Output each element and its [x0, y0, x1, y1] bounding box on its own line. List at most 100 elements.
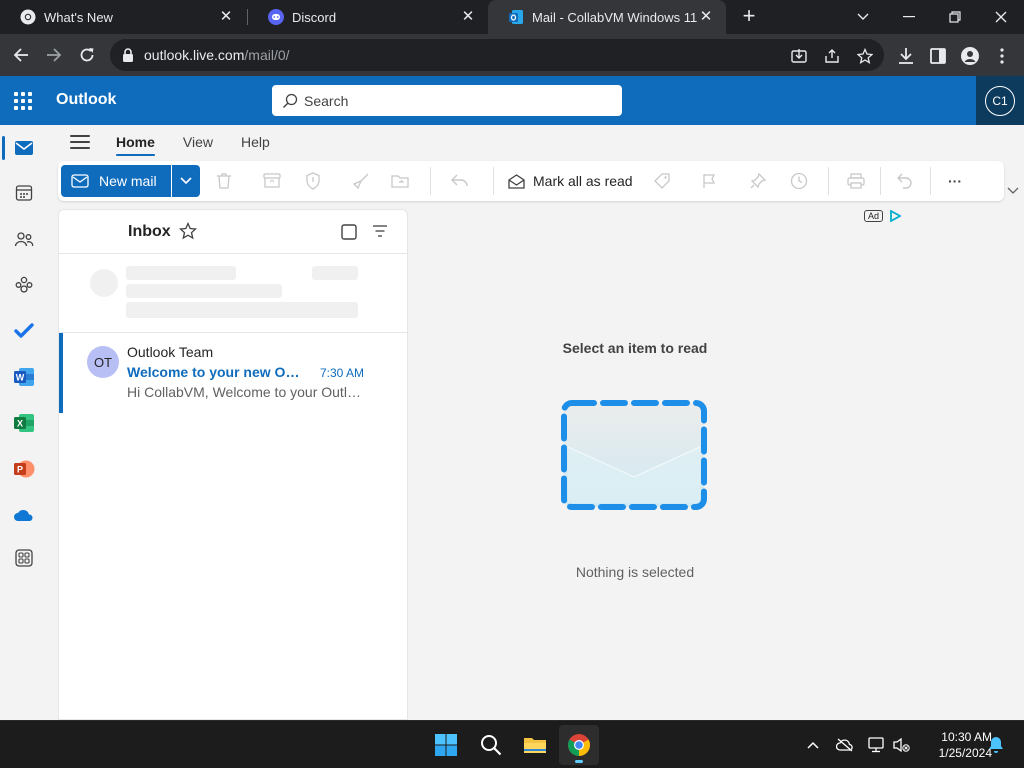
volume-muted-icon[interactable]	[891, 735, 911, 755]
search-icon	[283, 93, 298, 108]
tab-view[interactable]: View	[183, 128, 213, 156]
new-mail-button[interactable]: New mail	[61, 165, 171, 197]
profile-icon[interactable]	[960, 46, 980, 66]
notification-bell-icon[interactable]	[986, 735, 1006, 755]
tab-help[interactable]: Help	[241, 128, 270, 156]
reading-pane-subtitle: Nothing is selected	[575, 564, 695, 580]
snooze-clock-icon[interactable]	[789, 171, 809, 191]
more-options-button[interactable]: ···	[945, 171, 965, 191]
ribbon-toolbar: New mail Mark all as read ···	[58, 161, 1004, 201]
rail-more-apps[interactable]	[0, 538, 48, 578]
message-list-header: Inbox	[59, 210, 407, 254]
mark-all-as-read-button[interactable]: Mark all as read	[508, 161, 633, 201]
reading-pane: Ad Select an item to read Nothing is sel…	[410, 209, 1024, 720]
mark-all-as-read-label: Mark all as read	[533, 173, 633, 189]
sweep-icon[interactable]	[351, 171, 371, 191]
minimize-icon[interactable]	[886, 0, 932, 34]
bookmark-star-icon[interactable]	[856, 47, 874, 65]
tab-home[interactable]: Home	[116, 128, 155, 156]
address-bar[interactable]: outlook.live.com/mail/0/	[110, 39, 884, 71]
filter-icon[interactable]	[372, 224, 388, 241]
app-brand[interactable]: Outlook	[56, 91, 116, 109]
account-manager[interactable]: C1	[976, 76, 1024, 125]
ribbon-separator	[493, 167, 494, 195]
install-app-icon[interactable]	[790, 47, 808, 65]
account-avatar: C1	[985, 85, 1015, 116]
file-explorer-button[interactable]	[515, 725, 555, 765]
onedrive-offline-icon[interactable]	[835, 735, 855, 755]
pin-icon[interactable]	[748, 171, 768, 191]
side-panel-icon[interactable]	[928, 46, 948, 66]
envelope-icon	[71, 174, 89, 188]
forward-icon[interactable]	[41, 42, 67, 68]
rail-onedrive[interactable]	[0, 495, 48, 535]
print-icon[interactable]	[846, 171, 866, 191]
tab-discord[interactable]: Discord ✕	[248, 0, 488, 34]
message-subject: Welcome to your new Outlook.com account	[127, 364, 307, 380]
ribbon-separator	[930, 167, 931, 195]
hamburger-menu-icon[interactable]	[70, 135, 90, 149]
search-input[interactable]	[304, 92, 604, 109]
rail-mail[interactable]	[0, 128, 48, 168]
rail-calendar[interactable]	[0, 173, 48, 213]
outlook-icon	[508, 9, 524, 25]
windows-logo-icon	[435, 734, 457, 756]
folder-icon	[524, 738, 546, 753]
message-preview: Hi CollabVM, Welcome to your Outlook!	[127, 384, 365, 400]
close-window-icon[interactable]	[978, 0, 1024, 34]
onedrive-icon	[14, 510, 33, 521]
restore-icon[interactable]	[932, 0, 978, 34]
ad-badge[interactable]: Ad	[864, 210, 902, 222]
select-mode-icon[interactable]	[340, 223, 358, 244]
groups-icon	[15, 276, 33, 293]
tab-outlook-mail[interactable]: Mail - CollabVM Windows 11 - Outlook ✕	[488, 0, 726, 34]
close-icon[interactable]: ✕	[698, 9, 714, 25]
search-box[interactable]	[272, 85, 622, 116]
back-icon[interactable]	[8, 42, 34, 68]
undo-icon[interactable]	[895, 171, 915, 191]
reply-icon[interactable]	[450, 171, 470, 191]
rail-excel[interactable]: X	[0, 403, 48, 443]
taskbar-search-button[interactable]	[471, 725, 511, 765]
tab-title: Mail - CollabVM Windows 11 - Outlook	[532, 9, 698, 25]
start-button[interactable]	[426, 725, 466, 765]
ad-label: Ad	[864, 210, 884, 222]
network-icon[interactable]	[867, 735, 887, 755]
show-hidden-icons-icon[interactable]	[803, 735, 823, 755]
rail-people[interactable]	[0, 219, 48, 259]
close-icon[interactable]: ✕	[218, 9, 234, 25]
rail-todo[interactable]	[0, 311, 48, 351]
move-to-folder-icon[interactable]	[391, 171, 411, 191]
tab-title: What's New	[44, 9, 113, 25]
new-mail-dropdown[interactable]	[172, 165, 200, 197]
tag-icon[interactable]	[652, 171, 672, 191]
chrome-icon	[20, 9, 36, 25]
system-clock[interactable]: 10:30 AM 1/25/2024	[918, 729, 992, 761]
kebab-menu-icon[interactable]	[992, 46, 1012, 66]
rail-word[interactable]: W	[0, 357, 48, 397]
empty-envelope-illustration	[560, 399, 710, 514]
list-item[interactable]: OT Outlook Team Welcome to your new Outl…	[59, 332, 407, 413]
tab-whats-new[interactable]: What's New ✕	[0, 0, 246, 34]
flag-icon[interactable]	[699, 171, 719, 191]
rail-powerpoint[interactable]: P	[0, 449, 48, 489]
app-launcher-icon[interactable]	[14, 92, 32, 110]
share-icon[interactable]	[823, 47, 841, 65]
chevron-down-icon	[180, 177, 192, 185]
archive-icon[interactable]	[262, 171, 282, 191]
downloads-icon[interactable]	[896, 46, 916, 66]
url-host: outlook.live.com	[144, 47, 245, 63]
delete-icon[interactable]	[214, 171, 234, 191]
tab-search-icon[interactable]	[840, 0, 886, 34]
url-path: /mail/0/	[244, 47, 290, 63]
favorite-star-icon[interactable]	[178, 221, 198, 243]
reading-pane-title: Select an item to read	[562, 340, 708, 356]
rail-groups[interactable]	[0, 265, 48, 305]
reload-icon[interactable]	[74, 42, 100, 68]
new-tab-button[interactable]: +	[737, 5, 761, 29]
ribbon-expand-icon[interactable]	[1005, 183, 1021, 199]
ribbon-separator	[880, 167, 881, 195]
report-shield-icon[interactable]	[303, 171, 323, 191]
close-icon[interactable]: ✕	[460, 9, 476, 25]
chrome-taskbar-button[interactable]	[559, 725, 599, 765]
